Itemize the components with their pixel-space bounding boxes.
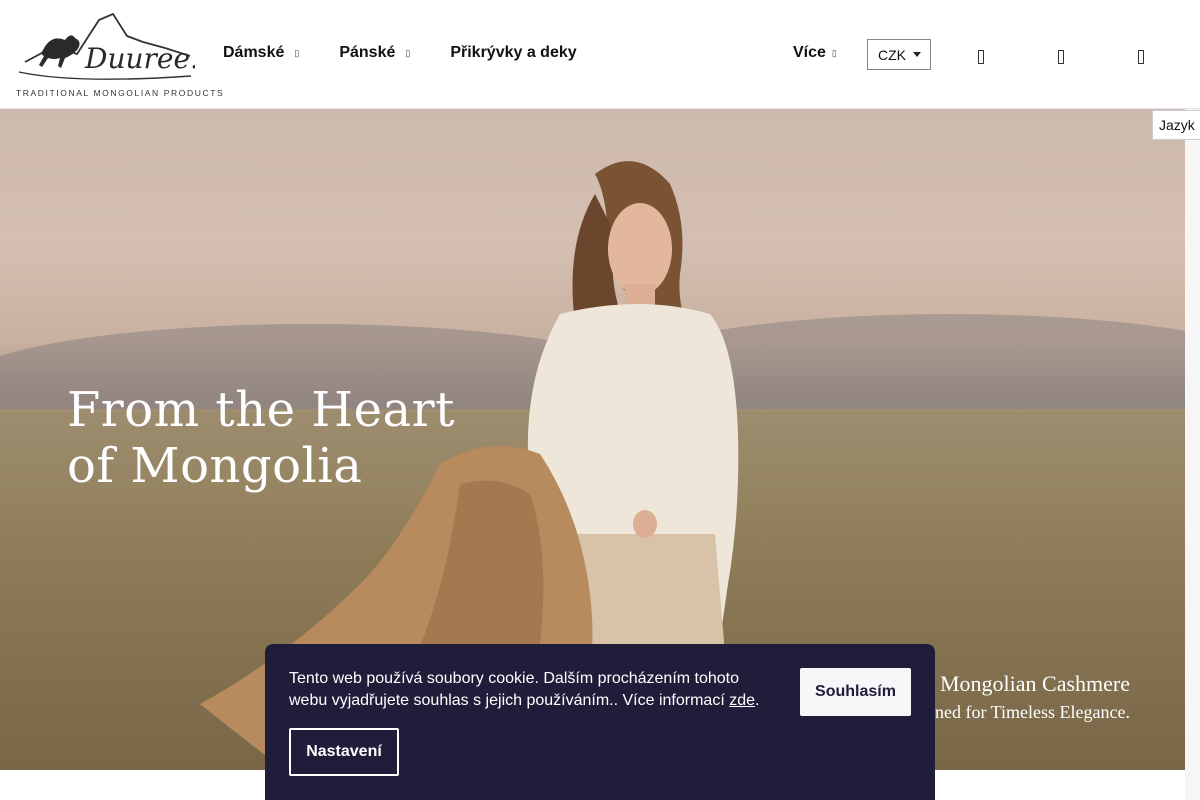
nav-item-label: Pánské: [339, 44, 396, 61]
language-tab[interactable]: Jazyk: [1152, 110, 1200, 140]
nav-item-prikryvky[interactable]: Přikrývky a deky: [450, 44, 576, 62]
cookie-more-info-link[interactable]: zde: [729, 692, 755, 709]
site-logo[interactable]: Duuree.cz TRADITIONAL MONGOLIAN PRODUCTS: [15, 10, 223, 100]
nav-item-panske[interactable]: Pánské ▯: [339, 44, 410, 62]
nav-more[interactable]: Více ▯: [793, 44, 837, 62]
cookie-agree-button[interactable]: Souhlasím: [800, 668, 911, 716]
chevron-down-icon: ▯: [831, 47, 837, 58]
hero-title-line: From the Heart: [67, 382, 455, 438]
page-scrollbar[interactable]: [1185, 109, 1200, 800]
nav-item-damske[interactable]: Dámské ▯: [223, 44, 299, 62]
cart-icon[interactable]: [1131, 47, 1151, 67]
hero-subtitle-line: gned for Timeless Elegance.: [926, 702, 1130, 722]
chevron-down-icon: ▯: [294, 47, 300, 58]
search-icon[interactable]: [971, 47, 991, 67]
site-header: Duuree.cz TRADITIONAL MONGOLIAN PRODUCTS…: [0, 0, 1200, 109]
cookie-consent-bar: Tento web používá soubory cookie. Dalším…: [265, 644, 935, 800]
user-icon[interactable]: [1051, 47, 1071, 67]
logo-mark-icon: Duuree.cz: [18, 12, 195, 80]
main-nav: Dámské ▯ Pánské ▯ Přikrývky a deky: [223, 44, 577, 62]
cookie-message-end: .: [755, 692, 760, 709]
caret-down-icon: [913, 52, 921, 57]
nav-item-label: Přikrývky a deky: [450, 44, 577, 61]
hero-title: From the Heart of Mongolia: [67, 382, 455, 494]
currency-value: CZK: [878, 46, 906, 63]
chevron-down-icon: ▯: [405, 47, 411, 58]
cookie-settings-button[interactable]: Nastavení: [289, 728, 399, 776]
cookie-message: Tento web používá soubory cookie. Dalším…: [289, 668, 769, 712]
hero-title-line: of Mongolia: [67, 438, 363, 494]
hero-subtitle-line: Mongolian Cashmere: [939, 671, 1130, 696]
svg-text:Duuree.cz: Duuree.cz: [84, 42, 195, 75]
nav-more-label: Více: [793, 44, 826, 61]
hero-subtitle: Mongolian Cashmere gned for Timeless Ele…: [926, 671, 1130, 723]
nav-item-label: Dámské: [223, 44, 285, 61]
currency-select[interactable]: CZK: [867, 39, 931, 70]
cookie-message-text: Tento web používá soubory cookie. Dalším…: [289, 670, 740, 709]
logo-tagline: TRADITIONAL MONGOLIAN PRODUCTS: [16, 88, 225, 98]
